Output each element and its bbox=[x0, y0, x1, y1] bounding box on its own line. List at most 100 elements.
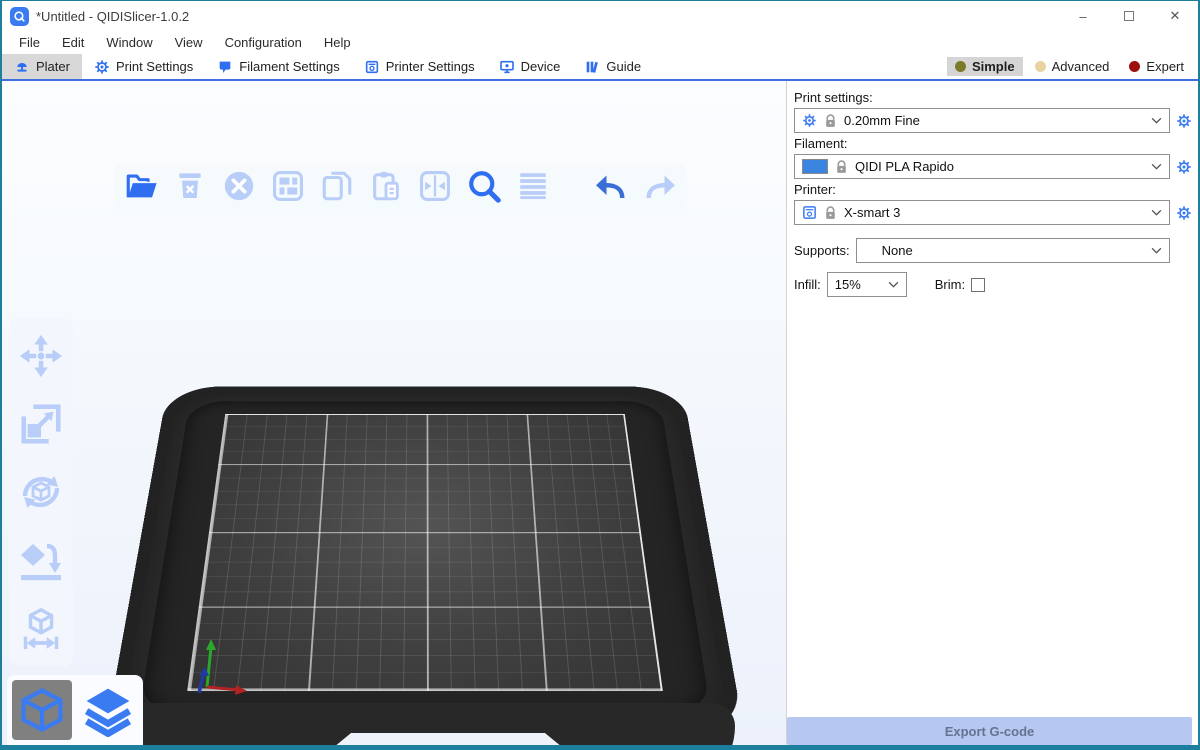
lock-icon bbox=[835, 160, 848, 174]
mode-label: Simple bbox=[972, 59, 1015, 74]
print-settings-value: 0.20mm Fine bbox=[844, 113, 920, 128]
rotate-tool-icon[interactable] bbox=[17, 466, 65, 518]
supports-label: Supports: bbox=[794, 243, 850, 258]
3d-viewport[interactable] bbox=[2, 81, 786, 745]
menu-file[interactable]: File bbox=[8, 31, 51, 54]
printer-icon bbox=[802, 205, 817, 220]
menu-bar: File Edit Window View Configuration Help bbox=[2, 31, 1198, 54]
view-mode-toggles bbox=[7, 675, 143, 745]
mode-label: Expert bbox=[1146, 59, 1184, 74]
tab-label: Print Settings bbox=[116, 59, 193, 74]
printer-dropdown[interactable]: X-smart 3 bbox=[794, 200, 1170, 225]
split-to-objects-icon[interactable] bbox=[416, 167, 454, 205]
filament-label: Filament: bbox=[794, 136, 1192, 151]
paste-icon[interactable] bbox=[367, 167, 405, 205]
tab-filament-settings[interactable]: Filament Settings bbox=[205, 54, 351, 79]
copy-icon[interactable] bbox=[318, 167, 356, 205]
layers-icon bbox=[81, 683, 135, 737]
cube-icon bbox=[16, 684, 68, 736]
device-icon bbox=[499, 59, 515, 75]
filament-icon bbox=[217, 59, 233, 75]
menu-window[interactable]: Window bbox=[95, 31, 163, 54]
tab-label: Guide bbox=[606, 59, 641, 74]
menu-edit[interactable]: Edit bbox=[51, 31, 95, 54]
search-icon[interactable] bbox=[465, 167, 503, 205]
tab-device[interactable]: Device bbox=[487, 54, 573, 79]
gear-icon bbox=[1176, 159, 1192, 175]
tab-label: Filament Settings bbox=[239, 59, 339, 74]
printer-value: X-smart 3 bbox=[844, 205, 900, 220]
maximize-icon bbox=[1124, 11, 1134, 21]
tab-print-settings[interactable]: Print Settings bbox=[82, 54, 205, 79]
tab-plater[interactable]: Plater bbox=[2, 54, 82, 79]
expert-dot-icon bbox=[1129, 61, 1140, 72]
print-settings-gear-button[interactable] bbox=[1175, 112, 1192, 129]
scale-tool-icon[interactable] bbox=[17, 398, 65, 450]
export-gcode-button[interactable]: Export G-code bbox=[787, 717, 1192, 745]
supports-dropdown[interactable]: None bbox=[856, 238, 1170, 263]
menu-help[interactable]: Help bbox=[313, 31, 362, 54]
print-bed bbox=[105, 303, 745, 745]
mode-expert[interactable]: Expert bbox=[1121, 57, 1192, 76]
tab-label: Printer Settings bbox=[386, 59, 475, 74]
plater-icon bbox=[14, 59, 30, 75]
arrange-icon[interactable] bbox=[269, 167, 307, 205]
preview-view-button[interactable] bbox=[78, 680, 138, 740]
object-toolbar bbox=[114, 163, 687, 209]
sidebar: Print settings: 0.20mm Fine Filament: bbox=[786, 81, 1198, 745]
infill-value: 15% bbox=[835, 277, 861, 292]
origin-axes-icon bbox=[173, 625, 263, 705]
delete-icon[interactable] bbox=[171, 167, 209, 205]
printer-icon bbox=[364, 59, 380, 75]
undo-icon[interactable] bbox=[592, 167, 630, 205]
delete-all-icon[interactable] bbox=[220, 167, 258, 205]
open-project-icon[interactable] bbox=[122, 167, 160, 205]
chevron-down-icon bbox=[1151, 117, 1162, 124]
place-on-face-tool-icon[interactable] bbox=[17, 534, 65, 586]
gizmo-toolbar bbox=[9, 318, 73, 666]
filament-value: QIDI PLA Rapido bbox=[855, 159, 954, 174]
app-window: *Untitled - QIDISlicer-1.0.2 – ✕ File Ed… bbox=[0, 0, 1200, 750]
3d-editor-view-button[interactable] bbox=[12, 680, 72, 740]
tab-guide[interactable]: Guide bbox=[572, 54, 653, 79]
brim-checkbox[interactable] bbox=[971, 278, 985, 292]
measure-tool-icon[interactable] bbox=[17, 602, 65, 654]
move-tool-icon[interactable] bbox=[17, 330, 65, 382]
filament-dropdown[interactable]: QIDI PLA Rapido bbox=[794, 154, 1170, 179]
chevron-down-icon bbox=[888, 281, 899, 288]
simple-dot-icon bbox=[955, 61, 966, 72]
close-button[interactable]: ✕ bbox=[1152, 1, 1198, 31]
infill-label: Infill: bbox=[794, 277, 821, 292]
infill-dropdown[interactable]: 15% bbox=[827, 272, 907, 297]
menu-configuration[interactable]: Configuration bbox=[214, 31, 313, 54]
lock-icon bbox=[824, 114, 837, 128]
maximize-button[interactable] bbox=[1106, 1, 1152, 31]
filament-color-swatch bbox=[802, 159, 828, 174]
gear-icon bbox=[94, 59, 110, 75]
chevron-down-icon bbox=[1151, 247, 1162, 254]
window-title: *Untitled - QIDISlicer-1.0.2 bbox=[36, 9, 189, 24]
lock-icon bbox=[824, 206, 837, 220]
print-settings-dropdown[interactable]: 0.20mm Fine bbox=[794, 108, 1170, 133]
printer-gear-button[interactable] bbox=[1175, 204, 1192, 221]
minimize-button[interactable]: – bbox=[1060, 1, 1106, 31]
print-settings-label: Print settings: bbox=[794, 90, 1192, 105]
chevron-down-icon bbox=[1151, 163, 1162, 170]
redo-icon[interactable] bbox=[641, 167, 679, 205]
tab-bar: Plater Print Settings Filament Settings … bbox=[2, 54, 1198, 81]
advanced-dot-icon bbox=[1035, 61, 1046, 72]
supports-value: None bbox=[864, 243, 913, 258]
gear-icon bbox=[802, 113, 817, 128]
print-bed-handle-notch bbox=[317, 733, 579, 745]
tab-label: Plater bbox=[36, 59, 70, 74]
gear-icon bbox=[1176, 113, 1192, 129]
tab-printer-settings[interactable]: Printer Settings bbox=[352, 54, 487, 79]
filament-gear-button[interactable] bbox=[1175, 158, 1192, 175]
mode-advanced[interactable]: Advanced bbox=[1027, 57, 1118, 76]
mode-simple[interactable]: Simple bbox=[947, 57, 1023, 76]
app-logo-icon bbox=[10, 7, 29, 26]
mode-selector: Simple Advanced Expert bbox=[947, 54, 1198, 79]
title-bar: *Untitled - QIDISlicer-1.0.2 – ✕ bbox=[2, 1, 1198, 31]
variable-layer-height-icon[interactable] bbox=[514, 167, 552, 205]
menu-view[interactable]: View bbox=[164, 31, 214, 54]
